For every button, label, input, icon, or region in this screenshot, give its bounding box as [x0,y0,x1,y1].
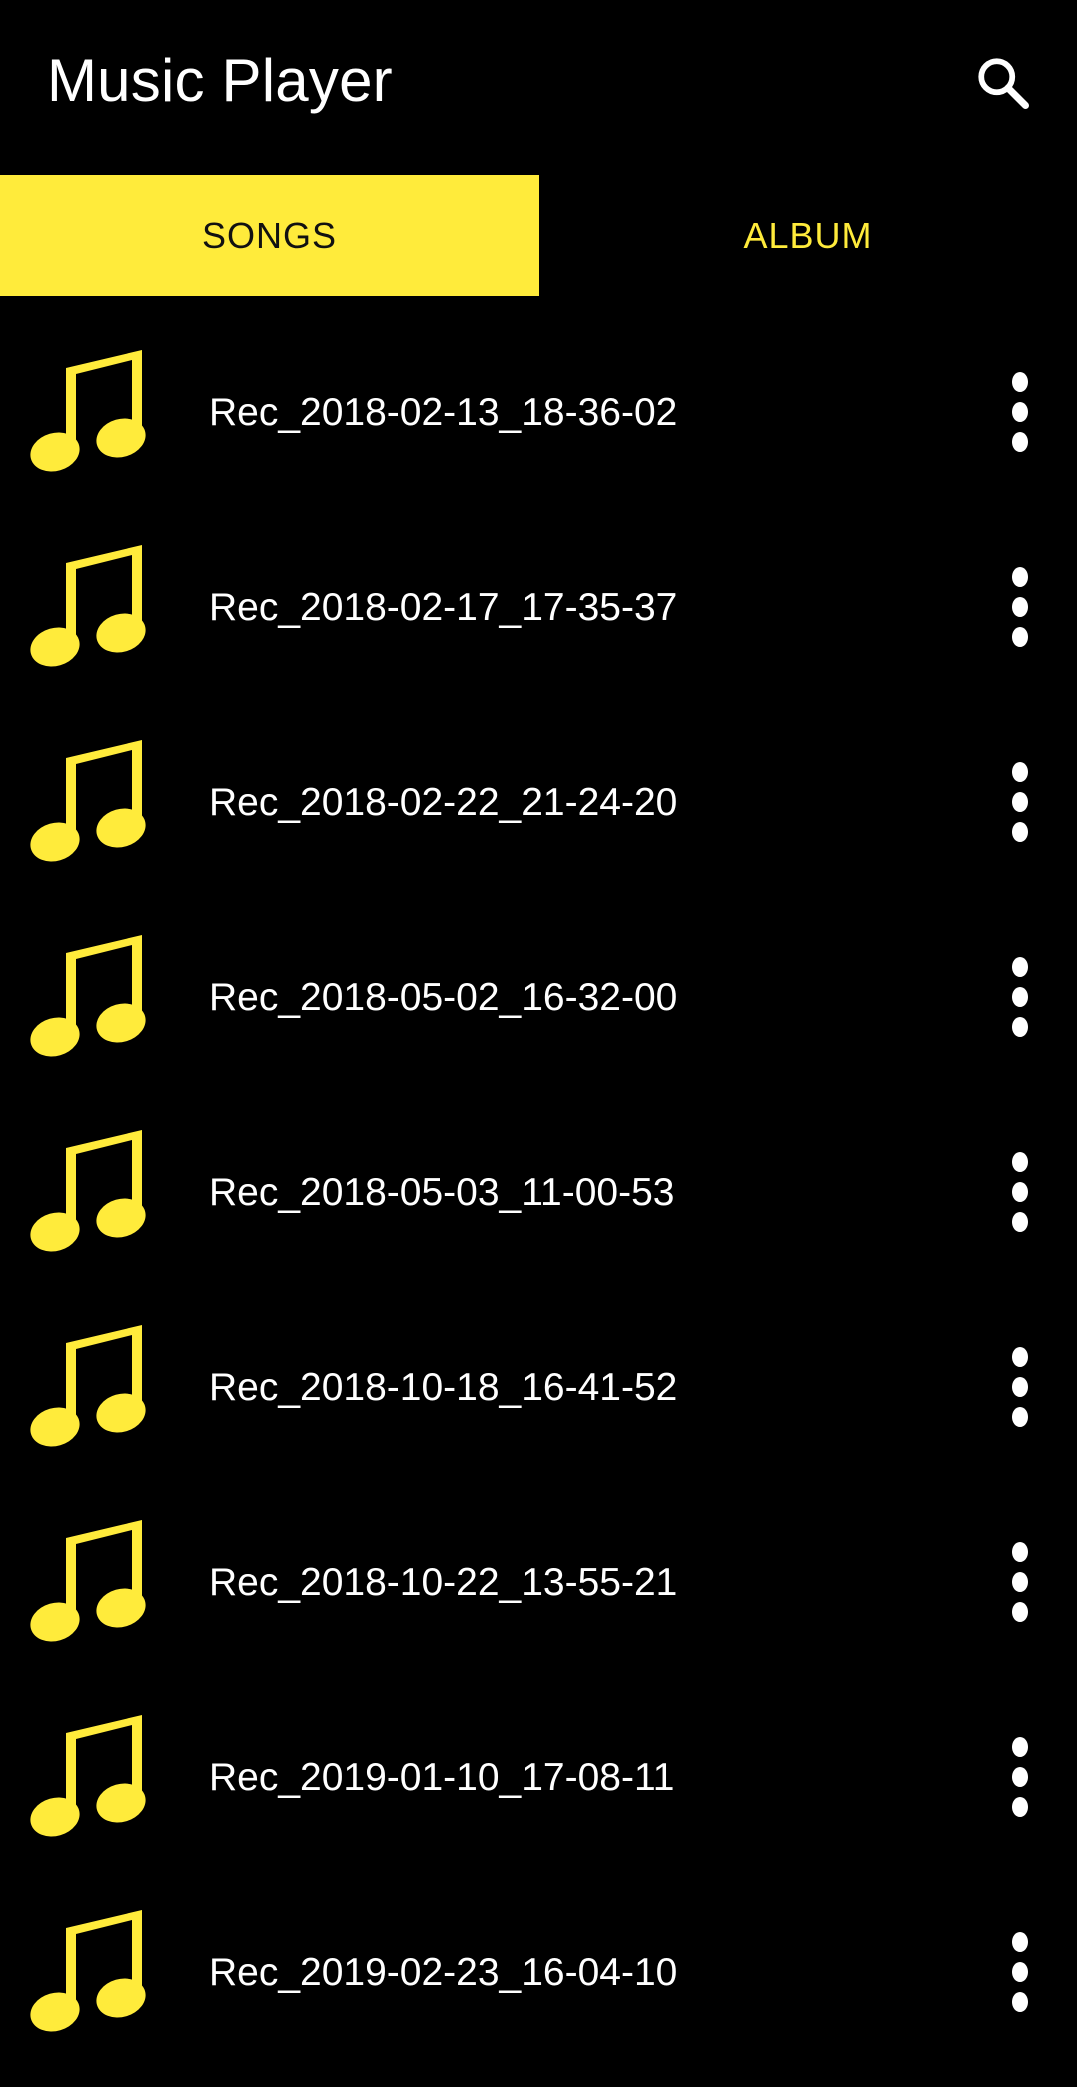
song-title: Rec_2018-02-22_21-24-20 [209,780,678,824]
song-list-item[interactable]: Rec_2018-02-17_17-35-37 [0,510,1077,705]
song-title: Rec_2018-02-17_17-35-37 [209,585,678,629]
more-vert-icon [1012,1152,1028,1232]
more-vert-icon [1012,567,1028,647]
more-vert-icon [1012,1932,1028,2012]
song-title: Rec_2018-10-18_16-41-52 [209,1365,678,1409]
song-menu-button[interactable] [990,1732,1050,1822]
music-note-icon [30,1520,146,1642]
song-menu-button[interactable] [990,562,1050,652]
more-vert-icon [1012,762,1028,842]
song-menu-button[interactable] [990,1537,1050,1627]
music-note-icon [30,935,146,1057]
song-list-item[interactable]: Rec_2018-10-18_16-41-52 [0,1290,1077,1485]
song-list-item[interactable]: Rec_2018-02-13_18-36-02 [0,315,1077,510]
music-note-icon [30,740,146,862]
music-note-icon [30,545,146,667]
song-title: Rec_2019-01-10_17-08-11 [209,1755,675,1799]
song-menu-button[interactable] [990,1342,1050,1432]
song-menu-button[interactable] [990,1927,1050,2017]
more-vert-icon [1012,1347,1028,1427]
song-title: Rec_2019-02-23_16-04-10 [209,1950,678,1994]
more-vert-icon [1012,1542,1028,1622]
song-title: Rec_2018-05-02_16-32-00 [209,975,678,1019]
app-bar: Music Player [0,0,1077,175]
more-vert-icon [1012,1737,1028,1817]
music-note-icon [30,1130,146,1252]
music-note-icon [30,350,146,472]
tab-bar: SONGS ALBUM [0,175,1077,296]
song-title: Rec_2018-05-03_11-00-53 [209,1170,675,1214]
tab-songs[interactable]: SONGS [0,175,539,296]
song-list-item[interactable]: Rec_2018-05-02_16-32-00 [0,900,1077,1095]
search-button[interactable] [968,48,1038,118]
song-list-item[interactable]: Rec_2018-02-22_21-24-20 [0,705,1077,900]
song-list-item[interactable]: Rec_2019-01-10_17-08-11 [0,1680,1077,1875]
song-menu-button[interactable] [990,367,1050,457]
song-list-item[interactable]: Rec_2018-10-22_13-55-21 [0,1485,1077,1680]
song-menu-button[interactable] [990,757,1050,847]
song-title: Rec_2018-10-22_13-55-21 [209,1560,678,1604]
music-note-icon [30,1715,146,1837]
search-icon [978,58,1029,109]
song-list: Rec_2018-02-13_18-36-02 Rec_2018-02-17_1… [0,315,1077,2070]
more-vert-icon [1012,372,1028,452]
app-title: Music Player [47,47,393,114]
music-note-icon [30,1325,146,1447]
song-menu-button[interactable] [990,1147,1050,1237]
music-note-icon [30,1910,146,2032]
song-menu-button[interactable] [990,952,1050,1042]
more-vert-icon [1012,957,1028,1037]
song-title: Rec_2018-02-13_18-36-02 [209,390,678,434]
song-list-item[interactable]: Rec_2019-02-23_16-04-10 [0,1875,1077,2070]
tab-album[interactable]: ALBUM [539,175,1077,296]
song-list-item[interactable]: Rec_2018-05-03_11-00-53 [0,1095,1077,1290]
